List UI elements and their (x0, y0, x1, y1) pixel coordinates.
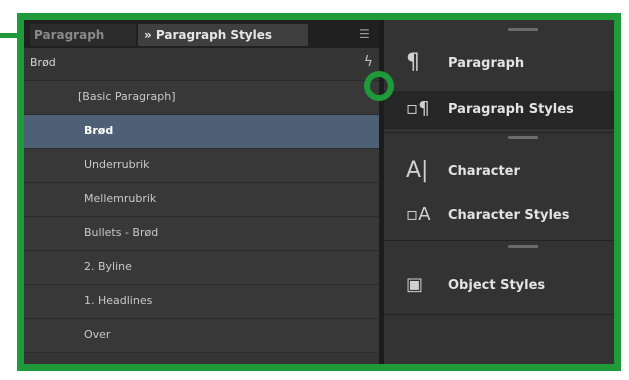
tab-paragraph[interactable]: Paragraph (30, 24, 136, 46)
dock-grip[interactable] (508, 245, 538, 248)
dock-item-character[interactable]: A| Character (384, 153, 614, 191)
dock-grip[interactable] (508, 136, 538, 139)
style-item-label: Underrubrik (84, 158, 150, 171)
dock-item-paragraph[interactable]: ¶ Paragraph (384, 45, 614, 83)
style-item-label: 1. Headlines (84, 294, 153, 307)
style-item-label: [Basic Paragraph] (78, 90, 176, 103)
dock-item-label: Paragraph (448, 56, 525, 71)
style-item-mellemrubrik[interactable]: Mellemrubrik (24, 183, 379, 217)
dock-item-paragraph-styles[interactable]: ▫¶ Paragraph Styles (384, 91, 614, 129)
style-list: [Basic Paragraph] Brød Underrubrik Melle… (24, 81, 379, 353)
style-item-bullets-brod[interactable]: Bullets - Brød (24, 217, 379, 251)
dock-grip[interactable] (508, 28, 538, 31)
style-item-label: Mellemrubrik (84, 192, 157, 205)
style-item-label: Bullets - Brød (84, 226, 159, 239)
panel-tab-bar: Paragraph » Paragraph Styles ☰ (24, 20, 379, 48)
style-item-byline[interactable]: 2. Byline (24, 251, 379, 285)
dock-item-label: Character Styles (448, 208, 570, 223)
clear-overrides-icon[interactable]: ϟ (364, 54, 373, 70)
dock-separator (384, 314, 614, 315)
pilcrow-icon: ¶ (406, 50, 420, 75)
character-icon: A| (406, 158, 429, 183)
dock-item-label: Paragraph Styles (448, 102, 574, 117)
panel-menu-icon[interactable]: ☰ (359, 28, 375, 40)
callout-circle (364, 71, 394, 101)
object-styles-icon: ▣ (406, 274, 424, 295)
dock-separator (384, 132, 614, 133)
style-item-label: Brød (84, 124, 114, 137)
paragraph-styles-panel: Paragraph » Paragraph Styles ☰ Brød ϟ [B… (24, 20, 379, 364)
current-style-row: Brød ϟ (24, 48, 379, 81)
panel-dock: ¶ Paragraph ▫¶ Paragraph Styles A| Chara… (384, 20, 614, 364)
style-item-underrubrik[interactable]: Underrubrik (24, 149, 379, 183)
style-item-basic-paragraph[interactable]: [Basic Paragraph] (24, 81, 379, 115)
dock-item-object-styles[interactable]: ▣ Object Styles (384, 267, 614, 305)
style-item-over[interactable]: Over (24, 319, 379, 353)
style-item-label: 2. Byline (84, 260, 132, 273)
style-item-headlines[interactable]: 1. Headlines (24, 285, 379, 319)
dock-item-label: Character (448, 164, 520, 179)
style-item-brod[interactable]: Brød (24, 115, 379, 149)
dock-item-label: Object Styles (448, 278, 546, 293)
tab-paragraph-styles[interactable]: » Paragraph Styles (138, 24, 308, 46)
current-style-label: Brød (30, 56, 56, 69)
paragraph-styles-icon: ▫¶ (406, 98, 430, 119)
dock-item-character-styles[interactable]: ▫A Character Styles (384, 197, 614, 235)
style-item-label: Over (84, 328, 111, 341)
character-styles-icon: ▫A (406, 204, 431, 225)
dock-separator (384, 240, 614, 241)
highlight-frame: Paragraph » Paragraph Styles ☰ Brød ϟ [B… (17, 13, 621, 371)
